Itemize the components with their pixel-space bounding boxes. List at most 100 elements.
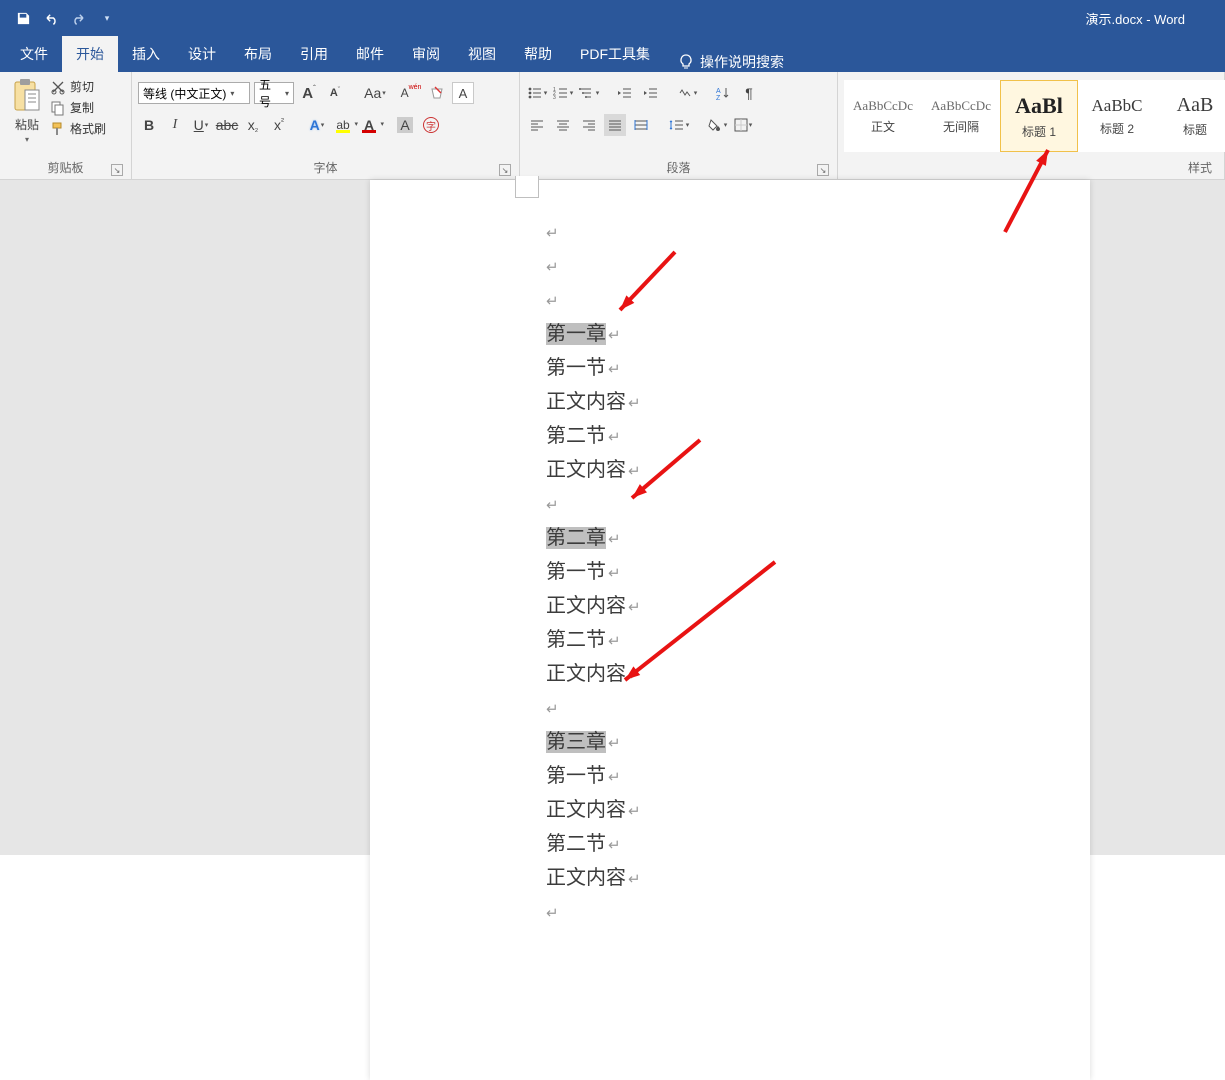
text-line[interactable]: 正文内容↵ <box>546 862 1090 896</box>
strikethrough-button[interactable]: abc <box>216 114 238 136</box>
align-center-button[interactable] <box>552 114 574 136</box>
paste-button[interactable]: 粘贴 ▾ <box>6 76 48 144</box>
increase-indent-button[interactable] <box>640 82 662 104</box>
tab-帮助[interactable]: 帮助 <box>510 36 566 72</box>
text-line[interactable]: 第一章↵ <box>546 318 1090 352</box>
blank-line[interactable]: ↵ <box>546 896 1090 930</box>
tab-布局[interactable]: 布局 <box>230 36 286 72</box>
paragraph-mark-icon: ↵ <box>608 327 621 344</box>
change-case-button[interactable]: Aa▾ <box>364 82 386 104</box>
page-content[interactable]: ↵↵↵第一章↵第一节↵正文内容↵第二节↵正文内容↵↵第二章↵第一节↵正文内容↵第… <box>370 180 1090 930</box>
ruler-indent-marker[interactable] <box>515 176 539 198</box>
format-painter-button[interactable]: 格式刷 <box>50 120 106 137</box>
decrease-indent-button[interactable] <box>614 82 636 104</box>
copy-button[interactable]: 复制 <box>50 99 106 116</box>
distributed-button[interactable] <box>630 114 652 136</box>
tab-审阅[interactable]: 审阅 <box>398 36 454 72</box>
save-button[interactable] <box>10 5 36 31</box>
tab-文件[interactable]: 文件 <box>6 36 62 72</box>
grow-font-button[interactable]: Aˆ <box>298 82 320 104</box>
clear-formatting-button[interactable] <box>426 82 448 104</box>
highlight-button[interactable]: ab▾ <box>332 114 354 136</box>
text-line[interactable]: 第二章↵ <box>546 522 1090 556</box>
tab-插入[interactable]: 插入 <box>118 36 174 72</box>
text-line[interactable]: 正文内容↵ <box>546 454 1090 488</box>
blank-line[interactable]: ↵ <box>546 488 1090 522</box>
text-line[interactable]: 正文内容↵ <box>546 794 1090 828</box>
shading-button[interactable]: ▾ <box>706 114 728 136</box>
borders-button[interactable]: ▾ <box>732 114 754 136</box>
asian-layout-button[interactable]: ▾ <box>676 82 698 104</box>
blank-line[interactable]: ↵ <box>546 692 1090 726</box>
text-line[interactable]: 第一节↵ <box>546 352 1090 386</box>
paragraph-mark-icon: ↵ <box>546 701 559 718</box>
cut-button[interactable]: 剪切 <box>50 78 106 95</box>
style-标题 1[interactable]: AaBl标题 1 <box>1000 80 1078 152</box>
multilevel-list-button[interactable]: ▾ <box>578 82 600 104</box>
line-text: 正文内容 <box>546 867 626 889</box>
tab-视图[interactable]: 视图 <box>454 36 510 72</box>
text-line[interactable]: 正文内容↵ <box>546 658 1090 692</box>
tab-设计[interactable]: 设计 <box>174 36 230 72</box>
text-line[interactable]: 第三章↵ <box>546 726 1090 760</box>
enclose-characters-button[interactable]: 字 <box>420 114 442 136</box>
text-line[interactable]: 第二节↵ <box>546 828 1090 862</box>
text-line[interactable]: 正文内容↵ <box>546 590 1090 624</box>
tab-引用[interactable]: 引用 <box>286 36 342 72</box>
font-size-value: 五号 <box>259 76 281 110</box>
style-name-label: 标题 1 <box>1022 123 1056 140</box>
subscript-button[interactable]: x₂ <box>242 114 264 136</box>
paragraph-launcher[interactable]: ↘ <box>817 164 829 176</box>
character-shading-button[interactable]: A <box>394 114 416 136</box>
style-标题[interactable]: AaB标题 <box>1156 80 1225 152</box>
style-无间隔[interactable]: AaBbCcDc无间隔 <box>922 80 1000 152</box>
font-launcher[interactable]: ↘ <box>499 164 511 176</box>
italic-button[interactable]: I <box>164 114 186 136</box>
tab-开始[interactable]: 开始 <box>62 36 118 72</box>
page-viewport[interactable]: ↵↵↵第一章↵第一节↵正文内容↵第二节↵正文内容↵↵第二章↵第一节↵正文内容↵第… <box>370 180 1225 855</box>
sort-button[interactable]: AZ <box>712 82 734 104</box>
character-border-button[interactable]: A <box>452 82 474 104</box>
font-name-select[interactable]: 等线 (中文正文)▾ <box>138 82 250 104</box>
line-spacing-button[interactable]: ▾ <box>668 114 690 136</box>
shrink-font-button[interactable]: Aˇ <box>324 82 346 104</box>
text-line[interactable]: 第一节↵ <box>546 760 1090 794</box>
bold-button[interactable]: B <box>138 114 160 136</box>
line-text: 第一章 <box>546 323 606 345</box>
line-text: 第二节 <box>546 833 606 855</box>
text-effects-button[interactable]: A▾ <box>306 114 328 136</box>
qat-customize-button[interactable]: ▾ <box>94 5 120 31</box>
text-line[interactable]: 第一节↵ <box>546 556 1090 590</box>
paragraph-mark-icon: ↵ <box>628 463 641 480</box>
text-line[interactable]: 第二节↵ <box>546 624 1090 658</box>
font-size-select[interactable]: 五号▾ <box>254 82 294 104</box>
phonetic-guide-button[interactable]: Awén <box>400 82 422 104</box>
style-标题 2[interactable]: AaBbC标题 2 <box>1078 80 1156 152</box>
blank-line[interactable]: ↵ <box>546 284 1090 318</box>
superscript-button[interactable]: x² <box>268 114 290 136</box>
tab-PDF工具集[interactable]: PDF工具集 <box>566 36 664 72</box>
tell-me-search[interactable]: 操作说明搜索 <box>678 52 784 72</box>
clipboard-launcher[interactable]: ↘ <box>111 164 123 176</box>
page[interactable]: ↵↵↵第一章↵第一节↵正文内容↵第二节↵正文内容↵↵第二章↵第一节↵正文内容↵第… <box>370 180 1090 1080</box>
line-text: 第三章 <box>546 731 606 753</box>
style-正文[interactable]: AaBbCcDc正文 <box>844 80 922 152</box>
blank-line[interactable]: ↵ <box>546 250 1090 284</box>
text-line[interactable]: 第二节↵ <box>546 420 1090 454</box>
align-left-button[interactable] <box>526 114 548 136</box>
align-right-button[interactable] <box>578 114 600 136</box>
font-color-button[interactable]: A▾ <box>358 114 380 136</box>
text-line[interactable]: 正文内容↵ <box>546 386 1090 420</box>
show-marks-button[interactable]: ¶ <box>738 82 760 104</box>
tab-邮件[interactable]: 邮件 <box>342 36 398 72</box>
underline-button[interactable]: U▾ <box>190 114 212 136</box>
svg-text:Z: Z <box>716 95 721 100</box>
redo-button[interactable] <box>66 5 92 31</box>
justify-button[interactable] <box>604 114 626 136</box>
bullets-button[interactable]: ▾ <box>526 82 548 104</box>
blank-line[interactable]: ↵ <box>546 216 1090 250</box>
svg-text:A: A <box>716 88 721 95</box>
numbering-button[interactable]: 123▾ <box>552 82 574 104</box>
line-text: 正文内容 <box>546 595 626 617</box>
undo-button[interactable] <box>38 5 64 31</box>
